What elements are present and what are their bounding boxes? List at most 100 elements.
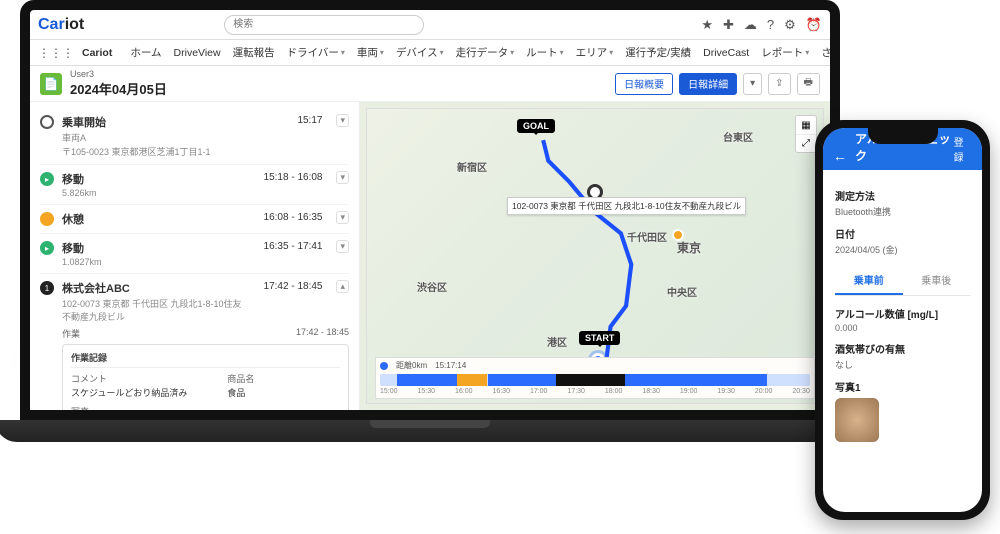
playback-ticks: 15:0015:3016:0016:3017:0017:3018:0018:30…	[380, 388, 810, 395]
map-callout: 102-0073 東京都 千代田区 九段北1-8-10住友不動産九段ビル	[507, 197, 746, 215]
app-window: Cariot ★ ✚ ☁ ? ⚙ ⏰ ⋮⋮⋮ Cariot ホーム DriveV…	[20, 0, 840, 420]
rest-marker-icon	[672, 229, 684, 241]
playback-distance: 距離0km	[396, 360, 427, 371]
tl-distance: 5.826km	[62, 188, 250, 198]
nav-tab-home[interactable]: ホーム	[126, 43, 165, 62]
print-button[interactable]: 🖶	[797, 73, 820, 95]
comment-value: スケジュールどおり納品済み	[71, 386, 187, 399]
timeline-item: 1 株式会社ABC 102-0073 東京都 千代田区 九段北1-8-10住友不…	[40, 274, 349, 410]
tab-after[interactable]: 乗車後	[903, 266, 971, 295]
expand-button[interactable]: ▾	[336, 171, 349, 184]
nav-tab-drivecast[interactable]: DriveCast	[699, 45, 753, 61]
date-label: 日付	[835, 226, 970, 241]
nav-tab-data[interactable]: 走行データ▾	[452, 43, 519, 62]
tl-time: 16:35 - 17:41	[264, 241, 323, 252]
nav-tab-schedule[interactable]: 運行予定/実績	[621, 43, 695, 62]
nav-tab-report[interactable]: 運転報告	[229, 43, 279, 62]
register-button[interactable]: 登録	[954, 134, 972, 164]
phone-body: 測定方法 Bluetooth連携 日付 2024/04/05 (金) 乗車前 乗…	[823, 170, 982, 452]
cloud-icon[interactable]: ☁	[744, 17, 757, 33]
tab-before[interactable]: 乗車前	[835, 266, 903, 295]
nav-tab-reports[interactable]: レポート▾	[757, 43, 813, 62]
timeline-item: 休憩 16:08 - 16:35 ▾	[40, 205, 349, 234]
date-title: 2024年04月05日	[70, 79, 167, 98]
tl-address: 102-0073 東京都 千代田区 九段北1-8-10住友不動産九段ビル	[62, 297, 250, 323]
method-value: Bluetooth連携	[835, 205, 970, 218]
phone-notch	[868, 128, 938, 144]
timeline-panel: 乗車開始 車両A 〒105-0023 東京都港区芝浦1丁目1-1 15:17 ▾…	[30, 102, 360, 410]
method-label: 測定方法	[835, 188, 970, 203]
app-launcher-icon[interactable]: ⋮⋮⋮	[38, 46, 74, 60]
nav-tab-route[interactable]: ルート▾	[522, 43, 568, 62]
intoxication-value: なし	[835, 358, 970, 371]
notification-icon[interactable]: ⏰	[806, 17, 822, 33]
move-dot-icon: ▸	[40, 172, 54, 186]
laptop-base	[0, 420, 865, 442]
nav-tab-more[interactable]: さらに表示▾	[817, 43, 840, 62]
nav-tab-driver[interactable]: ドライバー▾	[283, 43, 349, 62]
tl-time: 15:18 - 16:08	[264, 172, 323, 183]
page-header: 📄 User3 2024年04月05日 日報概要 日報詳細 ▾ ⇪ 🖶	[30, 66, 830, 102]
search-input[interactable]	[224, 15, 424, 35]
phone-tabs: 乗車前 乗車後	[835, 266, 970, 296]
tl-title: 休憩	[62, 211, 250, 227]
playback-time: 15:17:14	[435, 361, 466, 370]
expand-button[interactable]: ▾	[336, 114, 349, 127]
add-icon[interactable]: ✚	[723, 17, 734, 33]
rest-dot-icon	[40, 212, 54, 226]
laptop-frame: Cariot ★ ✚ ☁ ? ⚙ ⏰ ⋮⋮⋮ Cariot ホーム DriveV…	[20, 0, 840, 460]
playback-dot-icon	[380, 362, 388, 370]
dropdown-button[interactable]: ▾	[743, 73, 762, 95]
playback-track[interactable]	[380, 374, 810, 386]
start-flag: START	[579, 331, 620, 345]
tl-vehicle: 車両A	[62, 131, 283, 144]
nav-tab-driveview[interactable]: DriveView	[170, 45, 225, 61]
nav-bar: ⋮⋮⋮ Cariot ホーム DriveView 運転報告 ドライバー▾ 車両▾…	[30, 40, 830, 66]
brand-prefix: Car	[38, 16, 65, 33]
expand-button[interactable]: ▾	[336, 211, 349, 224]
playback-timeline: 距離0km 15:17:14 15:0015:3016:0016:3017:00…	[375, 357, 815, 399]
goal-flag: GOAL	[517, 119, 555, 133]
help-icon[interactable]: ?	[767, 17, 774, 32]
product-value: 食品	[227, 386, 254, 399]
settings-icon[interactable]: ⚙	[784, 17, 796, 33]
phone-frame: ← アルコールチェック 登録 測定方法 Bluetooth連携 日付 2024/…	[815, 120, 990, 520]
photo-label: 写真	[71, 405, 340, 410]
tl-time: 16:08 - 16:35	[264, 212, 323, 223]
favorite-icon[interactable]: ★	[701, 17, 713, 33]
global-search	[224, 15, 424, 35]
tl-time: 15:17	[297, 115, 322, 126]
work-record-box: 作業記録 コメント スケジュールどおり納品済み 商品名 食品 写真	[62, 344, 349, 410]
comment-label: コメント	[71, 372, 187, 385]
start-dot-icon	[40, 115, 54, 129]
move-dot-icon: ▸	[40, 241, 54, 255]
tl-time: 17:42 - 18:45	[264, 281, 323, 292]
timeline-item: ▸ 移動 1.0827km 16:35 - 17:41 ▾	[40, 234, 349, 274]
nav-tab-device[interactable]: デバイス▾	[392, 43, 448, 62]
expand-button[interactable]: ▾	[336, 240, 349, 253]
back-icon[interactable]: ←	[833, 148, 847, 164]
detail-button[interactable]: 日報詳細	[679, 73, 737, 95]
share-button[interactable]: ⇪	[768, 73, 790, 95]
work-box-title: 作業記録	[71, 351, 340, 368]
photo1-label: 写真1	[835, 379, 970, 394]
photo1-thumbnail[interactable]	[835, 398, 879, 442]
tl-title: 株式会社ABC	[62, 280, 250, 296]
nav-tab-vehicle[interactable]: 車両▾	[353, 43, 388, 62]
map-panel: 新宿区 台東区 千代田区 中央区 港区 渋谷区 東京 GOAL START 10	[360, 102, 830, 410]
timeline-item: ▸ 移動 5.826km 15:18 - 16:08 ▾	[40, 165, 349, 205]
tl-address: 〒105-0023 東京都港区芝浦1丁目1-1	[62, 145, 283, 158]
alcohol-value: 0.000	[835, 323, 970, 333]
map-fullscreen-button[interactable]: ⤢	[796, 134, 816, 152]
stop-dot-icon: 1	[40, 281, 54, 295]
map-view[interactable]: 新宿区 台東区 千代田区 中央区 港区 渋谷区 東京 GOAL START 10	[366, 108, 824, 404]
map-controls: ▦ ⤢	[795, 115, 817, 153]
tl-title: 移動	[62, 240, 250, 256]
user-label: User3	[70, 69, 167, 79]
nav-tab-area[interactable]: エリア▾	[572, 43, 618, 62]
map-layers-button[interactable]: ▦	[796, 116, 816, 134]
app-name: Cariot	[82, 47, 112, 59]
tl-distance: 1.0827km	[62, 257, 250, 267]
collapse-button[interactable]: ▴	[336, 280, 349, 293]
summary-button[interactable]: 日報概要	[615, 73, 673, 95]
